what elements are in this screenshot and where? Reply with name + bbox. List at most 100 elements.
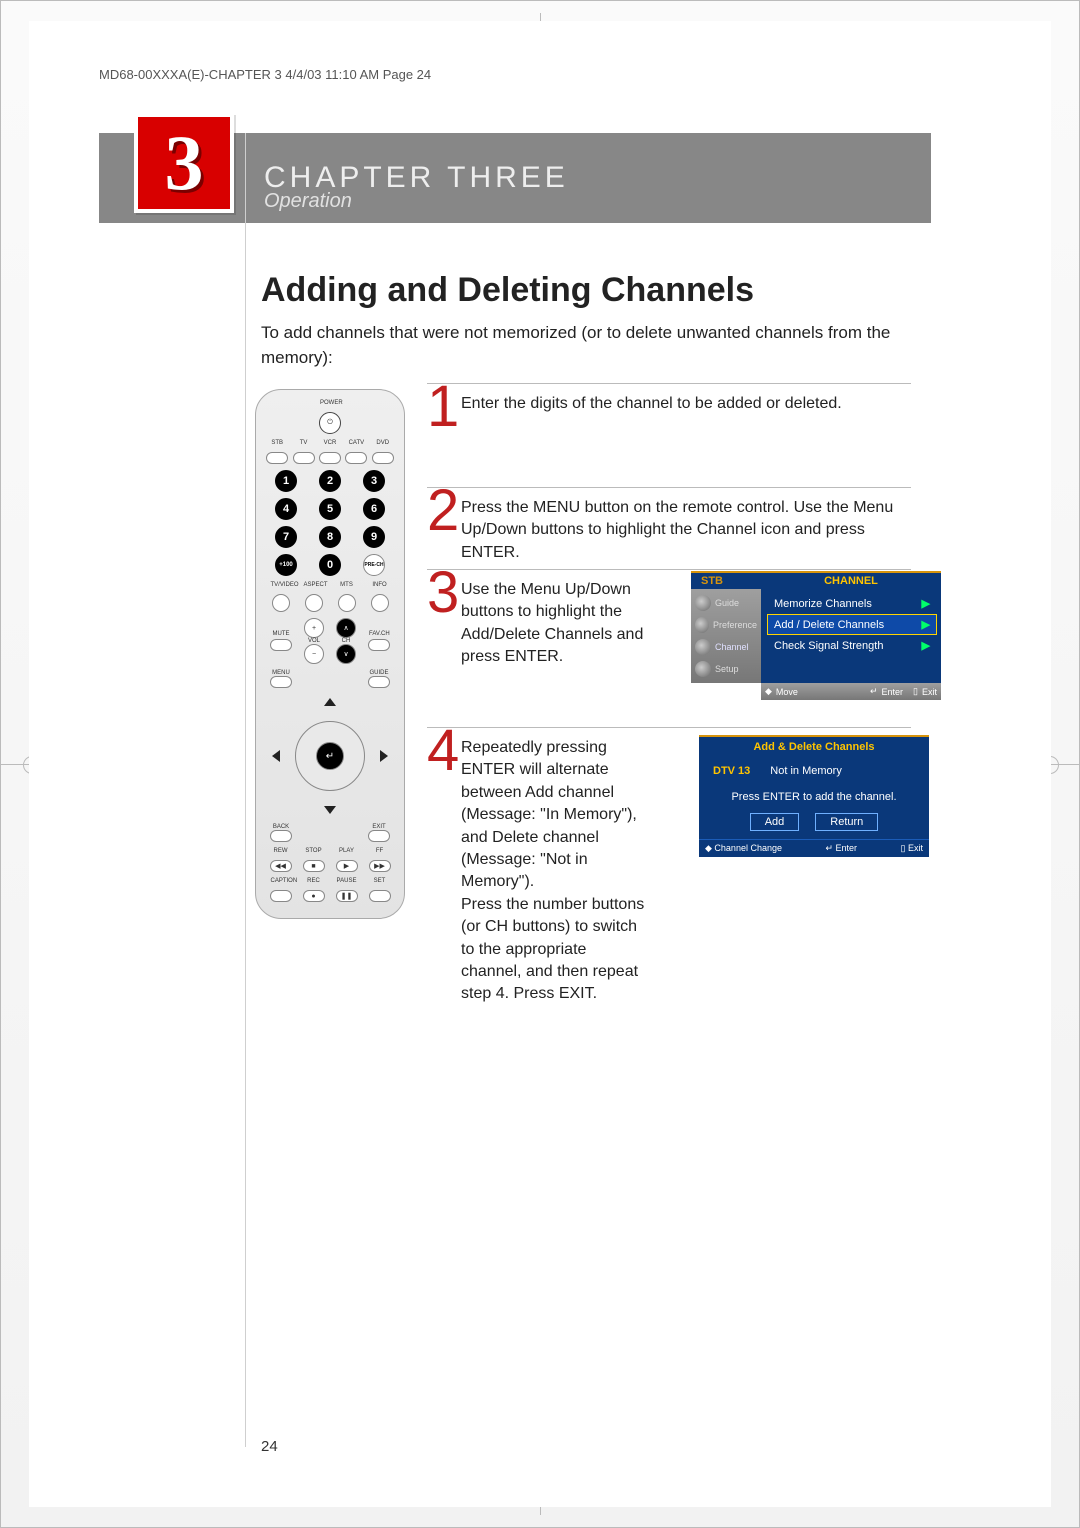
- remote-illustration: POWER ⏻ STB TV VCR CATV DVD 1 2 3: [255, 389, 405, 919]
- mode-stb-button[interactable]: [266, 452, 288, 464]
- power-button[interactable]: ⏻: [319, 412, 341, 434]
- osd-item-add-delete[interactable]: Add / Delete Channels ▶: [767, 614, 937, 635]
- mode-dvd-button[interactable]: [372, 452, 394, 464]
- num-6-button[interactable]: 6: [363, 498, 385, 520]
- dlg-footer-enter: ↵ Enter: [825, 843, 857, 854]
- print-slug: MD68-00XXXA(E)-CHAPTER 3 4/4/03 11:10 AM…: [99, 67, 431, 82]
- dlg-footer-exit: ▯ Exit: [901, 843, 923, 854]
- play-button[interactable]: ▶: [336, 860, 358, 872]
- osd-side-label: Guide: [715, 598, 739, 608]
- num-9-button[interactable]: 9: [363, 526, 385, 548]
- num-plus100-button[interactable]: +100: [275, 554, 297, 576]
- osd-side-list: Guide Preference Channel Setup: [691, 589, 761, 683]
- ch-up-button[interactable]: ∧: [336, 618, 356, 638]
- dlg-status-row: DTV 13 Not in Memory: [699, 757, 929, 785]
- ff-button[interactable]: ▶▶: [369, 860, 391, 872]
- num-8-button[interactable]: 8: [319, 526, 341, 548]
- nav-up-button[interactable]: [324, 698, 336, 706]
- step-number: 2: [427, 477, 459, 544]
- osd-side-item[interactable]: Guide: [691, 593, 761, 613]
- osd-footer-exit: ▯ Exit: [913, 686, 937, 697]
- favch-button[interactable]: [368, 639, 390, 651]
- num-0-button[interactable]: 0: [319, 554, 341, 576]
- num-1-button[interactable]: 1: [275, 470, 297, 492]
- nav-left-button[interactable]: [272, 750, 280, 762]
- arrow-right-icon: ▶: [922, 639, 930, 652]
- num-7-button[interactable]: 7: [275, 526, 297, 548]
- set-button[interactable]: [369, 890, 391, 902]
- vol-group: + VOL −: [304, 618, 324, 664]
- dlg-footer: ◆ Channel Change ↵ Enter ▯ Exit: [699, 839, 929, 857]
- vol-down-button[interactable]: −: [304, 644, 324, 664]
- preference-icon: [695, 617, 709, 633]
- osd-footer-label: Enter: [882, 687, 904, 697]
- osd-side-item[interactable]: Setup: [691, 659, 761, 679]
- osd-item-memorize[interactable]: Memorize Channels▶: [767, 593, 937, 614]
- arrow-right-icon: ▶: [922, 618, 930, 631]
- mode-tv-button[interactable]: [293, 452, 315, 464]
- enter-button[interactable]: ↵: [316, 742, 344, 770]
- vol-up-button[interactable]: +: [304, 618, 324, 638]
- bottom-label: REC: [304, 878, 324, 884]
- step-number: 4: [427, 717, 459, 784]
- guide-group: GUIDE: [368, 670, 390, 688]
- dlg-prompt: Press ENTER to add the channel.: [699, 785, 929, 813]
- osd-spacer: [767, 656, 937, 674]
- dlg-add-button[interactable]: Add: [750, 813, 800, 831]
- step-divider: [427, 487, 911, 488]
- favch-group: FAV.CH: [368, 631, 390, 651]
- dlg-return-button[interactable]: Return: [815, 813, 878, 831]
- osd-add-delete-dialog: Add & Delete Channels DTV 13 Not in Memo…: [699, 735, 929, 857]
- dlg-channel-id: DTV 13: [713, 765, 750, 777]
- caption-button[interactable]: [270, 890, 292, 902]
- osd-item-signal[interactable]: Check Signal Strength▶: [767, 635, 937, 656]
- num-2-button[interactable]: 2: [319, 470, 341, 492]
- page: MD68-00XXXA(E)-CHAPTER 3 4/4/03 11:10 AM…: [0, 0, 1080, 1528]
- info-button[interactable]: [371, 594, 389, 612]
- exit-button[interactable]: [368, 830, 390, 842]
- osd-footer-label: Exit: [922, 687, 937, 697]
- mts-button[interactable]: [338, 594, 356, 612]
- step-text: Use the Menu Up/Down buttons to highligh…: [461, 579, 671, 669]
- bottom-label-row: CAPTION REC PAUSE SET: [264, 878, 396, 884]
- guide-icon: [695, 595, 711, 611]
- mute-button[interactable]: [270, 639, 292, 651]
- osd-item-label: Memorize Channels: [774, 598, 872, 610]
- mode-label: TV: [294, 440, 314, 446]
- guide-button[interactable]: [368, 676, 390, 688]
- sheet: MD68-00XXXA(E)-CHAPTER 3 4/4/03 11:10 AM…: [29, 21, 1051, 1507]
- func-button-row: [264, 594, 396, 612]
- func-label: INFO: [370, 582, 390, 588]
- vertical-rule: [245, 133, 246, 1447]
- numpad-row: 7 8 9: [264, 526, 396, 548]
- aspect-button[interactable]: [305, 594, 323, 612]
- osd-stb-label: STB: [691, 571, 761, 589]
- section-intro: To add channels that were not memorized …: [261, 321, 911, 370]
- osd-side-label: Setup: [715, 664, 739, 674]
- section-title: Adding and Deleting Channels: [261, 271, 754, 310]
- ch-down-button[interactable]: ∨: [336, 644, 356, 664]
- back-button[interactable]: [270, 830, 292, 842]
- numpad-row: 1 2 3: [264, 470, 396, 492]
- nav-down-button[interactable]: [324, 806, 336, 814]
- channel-icon: [695, 639, 711, 655]
- prech-button[interactable]: PRE-CH: [363, 554, 385, 576]
- mode-catv-button[interactable]: [345, 452, 367, 464]
- osd-side-item[interactable]: Channel: [691, 637, 761, 657]
- nav-right-button[interactable]: [380, 750, 388, 762]
- rec-button[interactable]: ●: [303, 890, 325, 902]
- dlg-footer-chchange: ◆ Channel Change: [705, 843, 782, 854]
- pause-button[interactable]: ❚❚: [336, 890, 358, 902]
- osd-side-label: Preference: [713, 620, 757, 630]
- num-4-button[interactable]: 4: [275, 498, 297, 520]
- tvvideo-button[interactable]: [272, 594, 290, 612]
- step-text: Repeatedly pressing ENTER will alternate…: [461, 737, 651, 1006]
- osd-side-item[interactable]: Preference: [691, 615, 761, 635]
- menu-button[interactable]: [270, 676, 292, 688]
- num-5-button[interactable]: 5: [319, 498, 341, 520]
- mode-vcr-button[interactable]: [319, 452, 341, 464]
- stop-button[interactable]: ■: [303, 860, 325, 872]
- num-3-button[interactable]: 3: [363, 470, 385, 492]
- osd-item-label: Add / Delete Channels: [774, 619, 884, 631]
- rew-button[interactable]: ◀◀: [270, 860, 292, 872]
